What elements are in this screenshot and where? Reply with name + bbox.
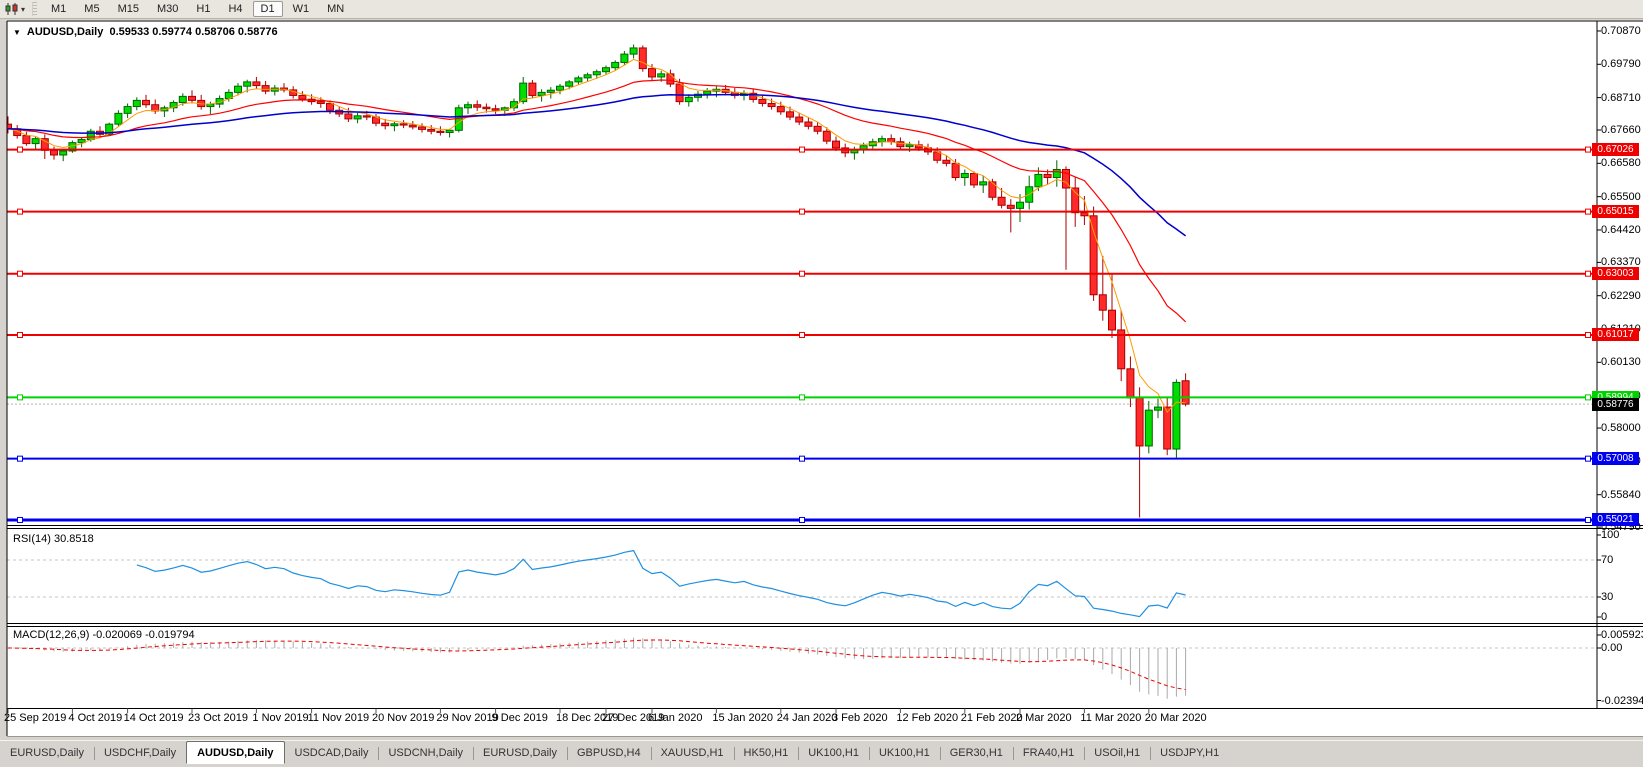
date-label: 11 Nov 2019 <box>308 712 370 724</box>
price-badge: 0.58776 <box>1592 398 1639 411</box>
price-tick-label: 0.68710 <box>1601 92 1643 104</box>
price-badge: 0.57008 <box>1592 452 1639 465</box>
price-badge: 0.55021 <box>1592 513 1639 526</box>
price-tick-label: 0.58000 <box>1601 422 1643 434</box>
price-tick-label: 0.64420 <box>1601 224 1643 236</box>
price-tick-label: 0.60130 <box>1601 356 1643 368</box>
rsi-scale-label: 0 <box>1601 611 1607 623</box>
price-badge: 0.63003 <box>1592 267 1639 280</box>
ma-5-line <box>8 59 1186 412</box>
macd-pane <box>7 638 1597 699</box>
chart-tab-hk50-h1[interactable]: HK50,H1 <box>734 743 799 764</box>
macd-scale-label: 0.005923 <box>1601 629 1643 641</box>
date-label: 14 Oct 2019 <box>124 712 184 724</box>
chart-tab-ger30-h1[interactable]: GER30,H1 <box>940 743 1013 764</box>
chart-tab-eurusd-daily[interactable]: EURUSD,Daily <box>473 743 567 764</box>
date-label: 6 Jan 2020 <box>648 712 702 724</box>
chart-tab-audusd-daily[interactable]: AUDUSD,Daily <box>186 741 284 764</box>
price-chart-canvas <box>0 0 1643 747</box>
date-label: 4 Oct 2019 <box>68 712 122 724</box>
price-badge: 0.65015 <box>1592 205 1639 218</box>
chart-tab-gbpusd-h4[interactable]: GBPUSD,H4 <box>567 743 651 764</box>
chart-title: ▼ AUDUSD,Daily 0.59533 0.59774 0.58706 0.… <box>13 26 278 38</box>
candles <box>5 45 1190 518</box>
chart-tab-bar: EURUSD,DailyUSDCHF,DailyAUDUSD,DailyUSDC… <box>0 740 1643 767</box>
date-label: 2 Mar 2020 <box>1016 712 1072 724</box>
chart-ohlc-values: 0.59533 0.59774 0.58706 0.58776 <box>109 26 277 38</box>
chart-tab-usdcnh-daily[interactable]: USDCNH,Daily <box>378 743 473 764</box>
macd-indicator-label: MACD(12,26,9) -0.020069 -0.019794 <box>13 629 195 641</box>
ma-20-line <box>8 80 1186 322</box>
date-label: 3 Feb 2020 <box>832 712 888 724</box>
price-tick-label: 0.55840 <box>1601 489 1643 501</box>
chart-tab-usdjpy-h1[interactable]: USDJPY,H1 <box>1150 743 1229 764</box>
date-label: 15 Jan 2020 <box>712 712 773 724</box>
rsi-indicator-label: RSI(14) 30.8518 <box>13 533 94 545</box>
price-badge: 0.61017 <box>1592 328 1639 341</box>
date-label: 12 Feb 2020 <box>896 712 958 724</box>
date-label: 9 Dec 2019 <box>492 712 548 724</box>
macd-scale-label: 0.00 <box>1601 642 1622 654</box>
chart-tab-usdcad-daily[interactable]: USDCAD,Daily <box>285 743 379 764</box>
chart-window: ▼ AUDUSD,Daily 0.59533 0.59774 0.58706 0.… <box>7 20 1643 736</box>
chart-tab-eurusd-daily[interactable]: EURUSD,Daily <box>0 743 94 764</box>
macd-scale-label: -0.023944 <box>1601 695 1643 707</box>
price-tick-label: 0.62290 <box>1601 290 1643 302</box>
chart-tab-fra40-h1[interactable]: FRA40,H1 <box>1013 743 1084 764</box>
date-label: 25 Sep 2019 <box>4 712 66 724</box>
rsi-scale-label: 30 <box>1601 591 1613 603</box>
chart-tab-uk100-h1[interactable]: UK100,H1 <box>798 743 869 764</box>
rsi-scale-label: 70 <box>1601 554 1613 566</box>
chart-tab-usoil-h1[interactable]: USOil,H1 <box>1084 743 1150 764</box>
price-tick-label: 0.67660 <box>1601 124 1643 136</box>
date-label: 1 Nov 2019 <box>252 712 308 724</box>
price-tick-label: 0.65500 <box>1601 191 1643 203</box>
chart-tab-uk100-h1[interactable]: UK100,H1 <box>869 743 940 764</box>
chart-tab-usdchf-daily[interactable]: USDCHF,Daily <box>94 743 186 764</box>
pane-borders <box>7 21 1643 737</box>
date-label: 21 Feb 2020 <box>961 712 1023 724</box>
date-label: 24 Jan 2020 <box>777 712 838 724</box>
rsi-pane <box>7 551 1597 617</box>
chart-symbol-label: AUDUSD,Daily <box>27 26 103 38</box>
rsi-scale-label: 100 <box>1601 529 1619 541</box>
collapse-arrow-icon[interactable]: ▼ <box>13 28 21 37</box>
date-label: 20 Nov 2019 <box>372 712 434 724</box>
mt4-window: ▾ M1M5M15M30H1H4D1W1MN ▼AUDUSD,Daily 0.5… <box>0 0 1643 767</box>
price-tick-label: 0.70870 <box>1601 25 1643 37</box>
date-label: 11 Mar 2020 <box>1080 712 1141 724</box>
date-label: 29 Nov 2019 <box>436 712 498 724</box>
price-tick-label: 0.69790 <box>1601 58 1643 70</box>
date-label: 23 Oct 2019 <box>188 712 248 724</box>
chart-tab-xauusd-h1[interactable]: XAUUSD,H1 <box>651 743 734 764</box>
horizontal-lines[interactable] <box>7 147 1597 522</box>
main-pane <box>5 45 1598 523</box>
price-badge: 0.67026 <box>1592 143 1639 156</box>
price-tick-label: 0.66580 <box>1601 157 1643 169</box>
date-label: 20 Mar 2020 <box>1145 712 1207 724</box>
